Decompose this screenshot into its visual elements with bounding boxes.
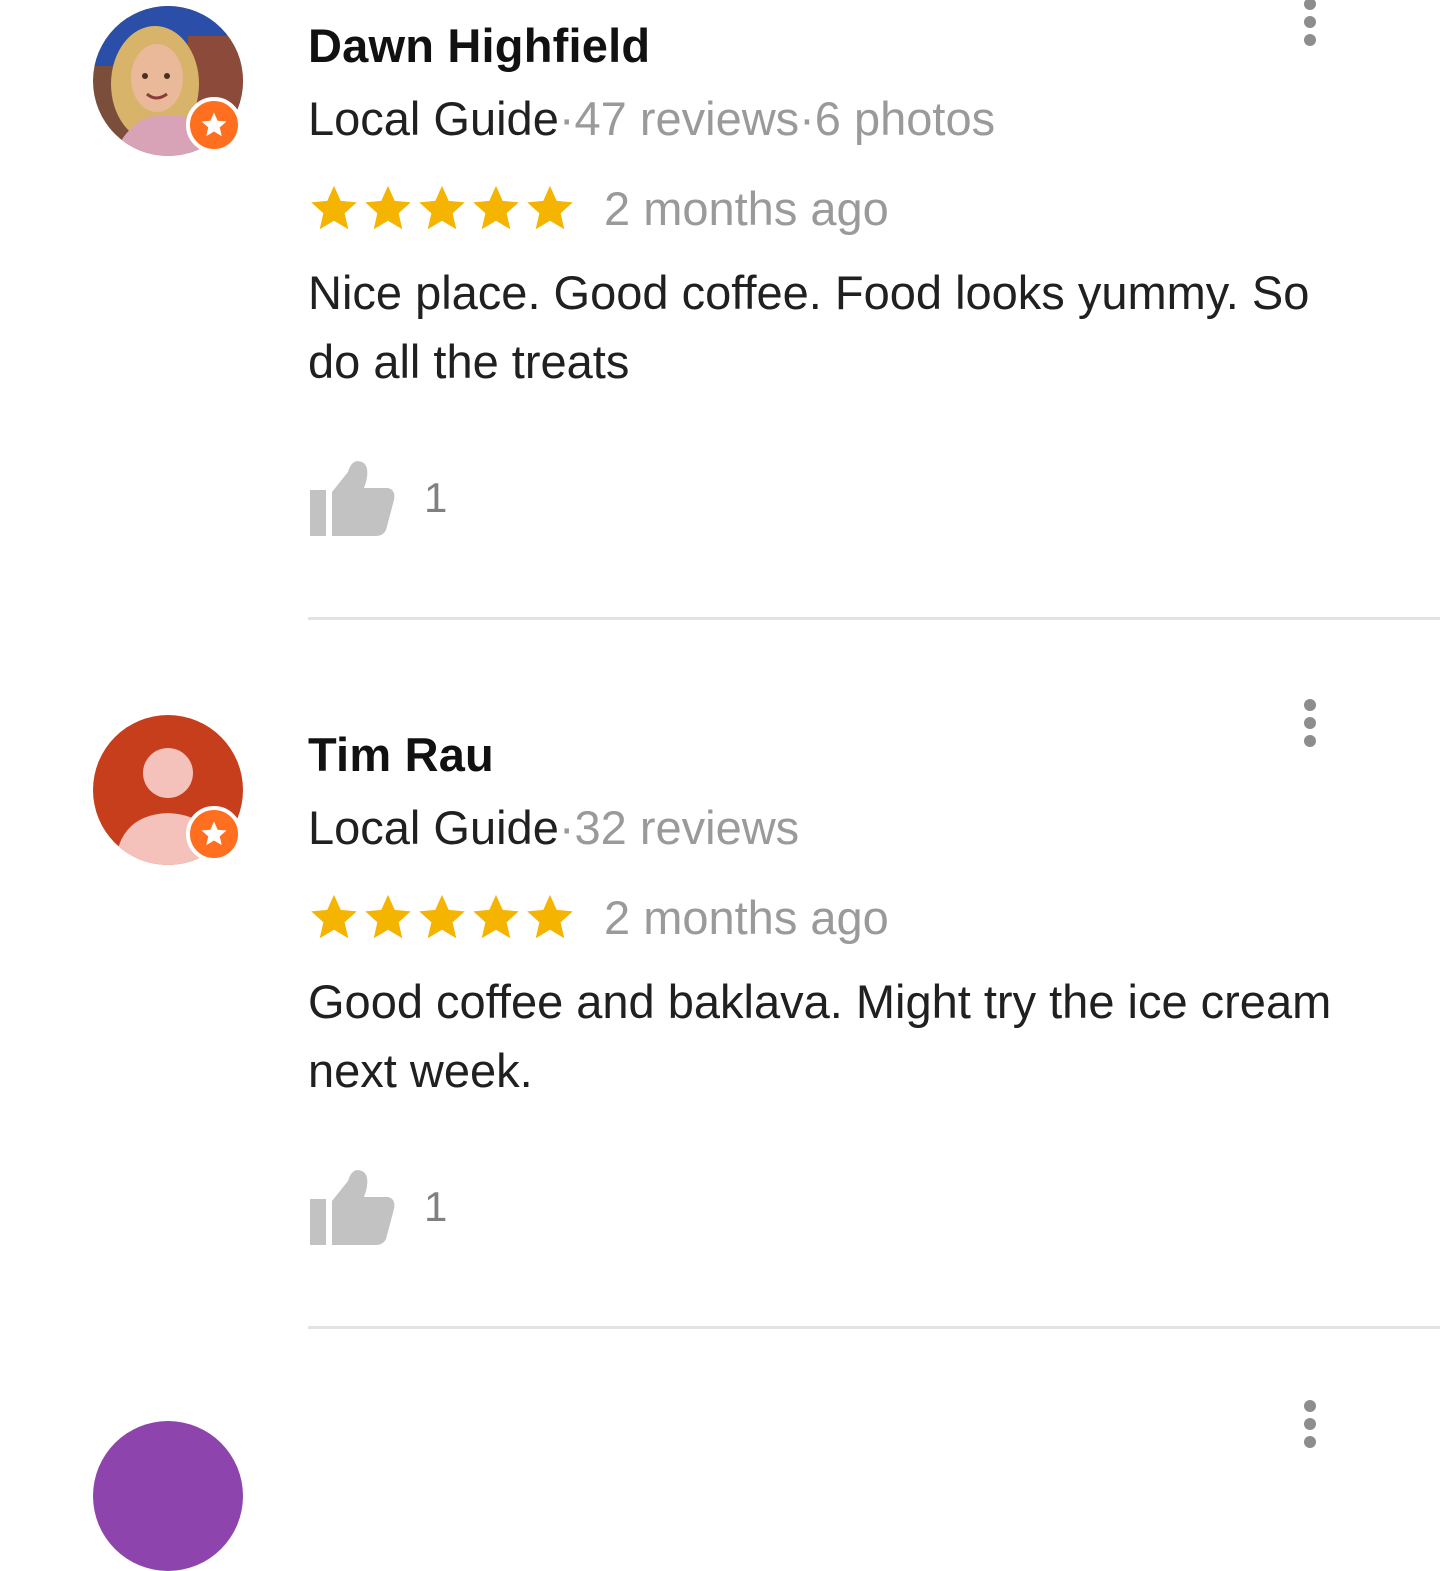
reviewer-name[interactable]: Dawn Highfield: [308, 18, 650, 73]
review-time: 2 months ago: [604, 181, 889, 235]
review-time: 2 months ago: [604, 890, 889, 944]
more-options-icon[interactable]: [1296, 693, 1324, 753]
like-count: 1: [424, 474, 448, 521]
star-icon: [473, 894, 519, 939]
local-guide-badge-icon: [186, 806, 242, 862]
star-icon: [365, 185, 411, 230]
star-icon: [473, 185, 519, 230]
reviewer-meta: Local Guide·47 reviews·6 photos: [308, 91, 995, 146]
thumbs-up-icon: [310, 1170, 395, 1245]
divider: [308, 617, 1440, 620]
reviewer-stats: ·32 reviews: [558, 801, 800, 854]
star-icon: [419, 894, 465, 939]
thumbs-up-icon: [310, 461, 395, 536]
review-card: Dawn Highfield Local Guide·47 reviews·6 …: [0, 0, 1440, 709]
star-icon: [311, 185, 357, 230]
star-icon: [365, 894, 411, 939]
local-guide-badge-icon: [186, 97, 242, 153]
avatar[interactable]: [93, 1421, 243, 1571]
review-card: Tim Rau Local Guide·32 reviews 2 months …: [0, 699, 1440, 1418]
star-icon: [527, 185, 573, 230]
star-icon: [527, 894, 573, 939]
rating-row: 2 months ago: [308, 178, 889, 238]
divider: [308, 1326, 1440, 1329]
review-text: Good coffee and baklava. Might try the i…: [308, 975, 1332, 1097]
local-guide-label: Local Guide: [308, 801, 559, 854]
star-rating: [308, 891, 576, 943]
like-button[interactable]: 1: [308, 458, 447, 538]
more-options-icon[interactable]: [1296, 0, 1324, 52]
reviewer-stats: ·47 reviews·6 photos: [558, 92, 996, 145]
star-icon: [311, 894, 357, 939]
local-guide-label: Local Guide: [308, 92, 559, 145]
star-rating: [308, 182, 576, 234]
rating-row: 2 months ago: [308, 887, 889, 947]
like-button[interactable]: 1: [308, 1167, 447, 1247]
reviewer-name[interactable]: Tim Rau: [308, 727, 494, 782]
more-options-icon[interactable]: [1296, 1394, 1324, 1454]
star-icon: [419, 185, 465, 230]
reviewer-meta: Local Guide·32 reviews: [308, 800, 799, 855]
like-count: 1: [424, 1183, 448, 1230]
review-text: Nice place. Good coffee. Food looks yumm…: [308, 266, 1310, 388]
